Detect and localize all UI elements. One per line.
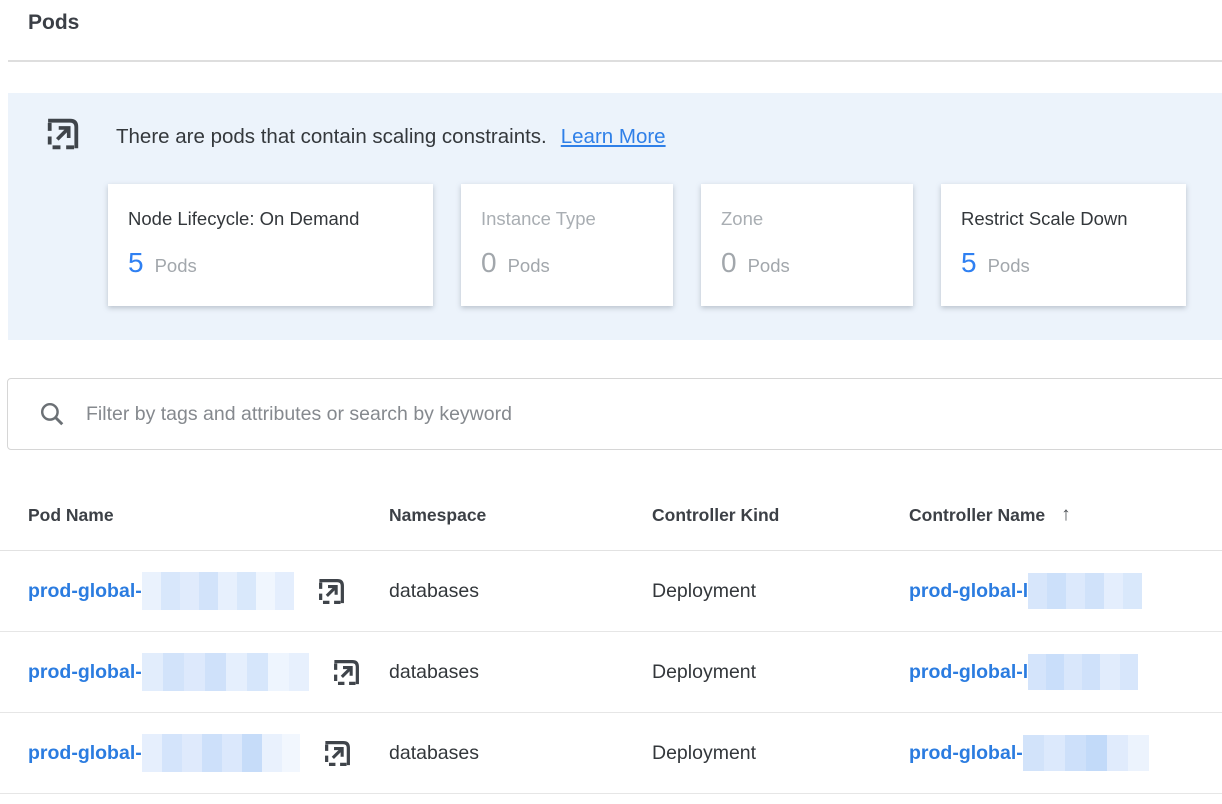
controller-kind-cell: Deployment (652, 580, 909, 603)
scale-up-icon[interactable] (316, 576, 347, 607)
controller-kind-cell: Deployment (652, 661, 909, 684)
title-divider (8, 60, 1222, 62)
card-title: Instance Type (481, 208, 653, 230)
redacted-pod-name (142, 653, 309, 691)
pod-name-link[interactable]: prod-global- (28, 580, 142, 603)
card-unit: Pods (508, 255, 550, 277)
card-unit: Pods (748, 255, 790, 277)
pod-name-link[interactable]: prod-global- (28, 661, 142, 684)
table-row: prod-global- databases Deployment prod-g… (0, 551, 1222, 632)
card-title: Zone (721, 208, 893, 230)
scale-up-icon[interactable] (322, 738, 353, 769)
card-restrict-scale-down[interactable]: Restrict Scale Down 5 Pods (941, 184, 1186, 306)
table-header-row: Pod Name Namespace Controller Kind Contr… (0, 504, 1222, 551)
table-row: prod-global- databases Deployment prod-g… (0, 632, 1222, 713)
pods-table: Pod Name Namespace Controller Kind Contr… (0, 504, 1222, 794)
filter-search-box (7, 378, 1222, 450)
card-count: 5 (128, 247, 144, 279)
card-title: Node Lifecycle: On Demand (128, 208, 413, 230)
card-count: 5 (961, 247, 977, 279)
column-header-label: Controller Name (909, 505, 1045, 526)
column-header-pod-name[interactable]: Pod Name (0, 505, 389, 526)
card-unit: Pods (988, 255, 1030, 277)
controller-kind-cell: Deployment (652, 742, 909, 765)
controller-name-link[interactable]: prod-global-l (909, 661, 1028, 684)
scaling-constraints-banner: There are pods that contain scaling cons… (8, 93, 1222, 340)
card-node-lifecycle[interactable]: Node Lifecycle: On Demand 5 Pods (108, 184, 433, 306)
card-unit: Pods (155, 255, 197, 277)
column-header-namespace[interactable]: Namespace (389, 505, 652, 526)
namespace-cell: databases (389, 580, 652, 603)
card-count: 0 (721, 247, 737, 279)
card-zone[interactable]: Zone 0 Pods (701, 184, 913, 306)
column-header-controller-name[interactable]: Controller Name ↑ (909, 504, 1222, 526)
page-title: Pods (0, 0, 1222, 36)
redacted-pod-name (142, 734, 300, 772)
pod-name-link[interactable]: prod-global- (28, 742, 142, 765)
filter-search-input[interactable] (84, 402, 1222, 427)
card-instance-type[interactable]: Instance Type 0 Pods (461, 184, 673, 306)
card-title: Restrict Scale Down (961, 208, 1166, 230)
namespace-cell: databases (389, 661, 652, 684)
controller-name-link[interactable]: prod-global- (909, 742, 1023, 765)
redacted-controller-name (1023, 735, 1149, 771)
redacted-controller-name (1028, 654, 1138, 690)
column-header-controller-kind[interactable]: Controller Kind (652, 505, 909, 526)
redacted-pod-name (142, 572, 294, 610)
controller-name-link[interactable]: prod-global-l (909, 580, 1028, 603)
table-row: prod-global- databases Deployment prod-g… (0, 713, 1222, 794)
constraint-cards: Node Lifecycle: On Demand 5 Pods Instanc… (108, 184, 1222, 306)
namespace-cell: databases (389, 742, 652, 765)
learn-more-link[interactable]: Learn More (561, 125, 666, 149)
sort-ascending-icon: ↑ (1061, 504, 1071, 526)
banner-message: There are pods that contain scaling cons… (116, 125, 547, 149)
card-count: 0 (481, 247, 497, 279)
search-icon (38, 400, 66, 428)
scale-up-icon[interactable] (331, 657, 362, 688)
redacted-controller-name (1028, 573, 1142, 609)
scale-up-icon (44, 115, 82, 158)
